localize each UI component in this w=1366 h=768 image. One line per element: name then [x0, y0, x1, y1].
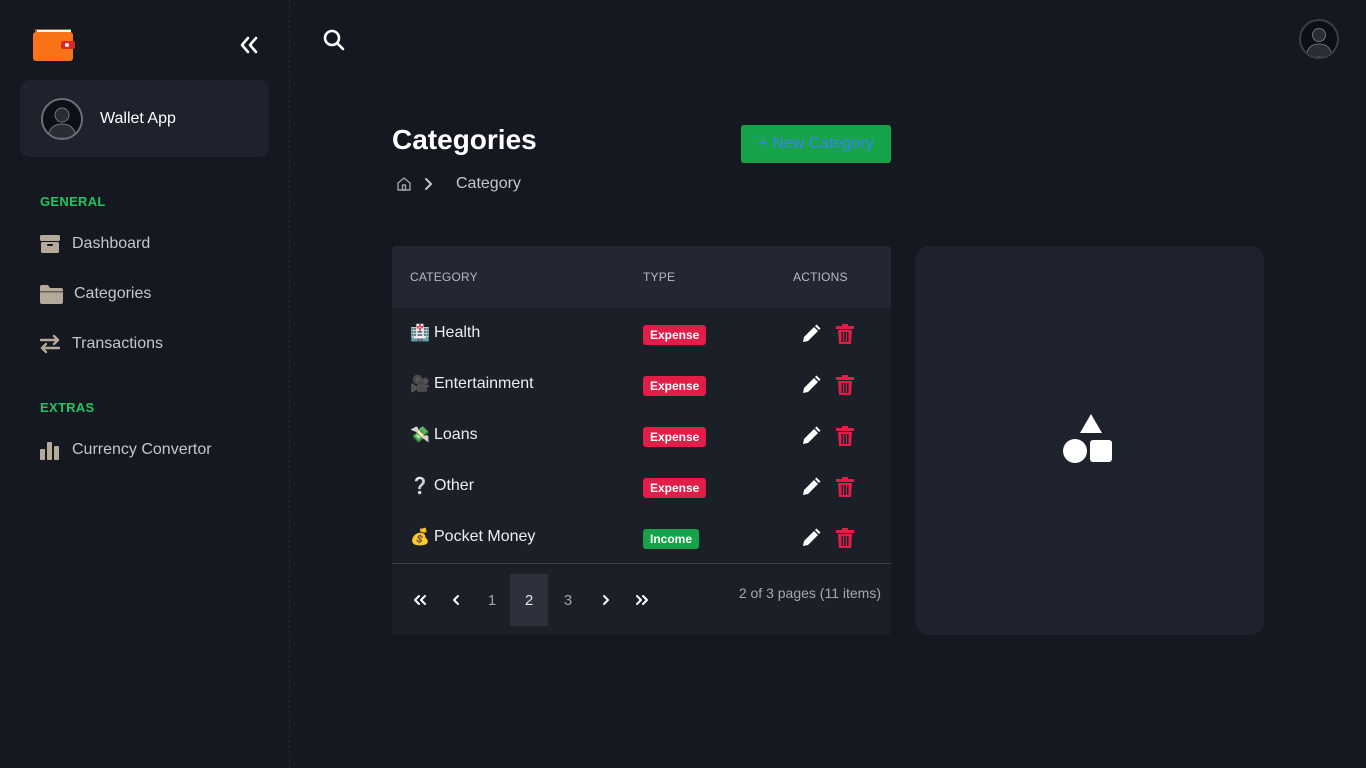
category-emoji: 💰 — [410, 529, 430, 546]
edit-icon[interactable] — [801, 324, 821, 344]
sidebar-item-label: Transactions — [72, 335, 163, 352]
first-page-button[interactable] — [401, 574, 439, 626]
trash-icon[interactable] — [836, 528, 854, 548]
column-header-type[interactable]: TYPE — [643, 270, 675, 284]
type-badge: Income — [643, 529, 700, 549]
arrows-exchange-icon — [40, 334, 60, 354]
table-header: CATEGORY TYPE ACTIONS — [392, 246, 891, 308]
double-chevron-left-icon[interactable] — [236, 32, 262, 58]
trash-icon[interactable] — [836, 426, 854, 446]
page-info: 2 of 3 pages (11 items) — [738, 585, 881, 601]
search-icon[interactable] — [322, 28, 346, 52]
type-badge: Expense — [643, 478, 707, 498]
category-cell: ❔ Other — [410, 476, 474, 496]
edit-icon[interactable] — [801, 477, 821, 497]
category-name: Loans — [434, 426, 478, 443]
category-cell: 🎥 Entertainment — [410, 374, 534, 394]
trash-icon[interactable] — [836, 375, 854, 395]
page-button-3[interactable]: 3 — [549, 574, 587, 626]
shapes-icon — [1063, 414, 1115, 464]
category-cell: 💸 Loans — [410, 425, 478, 445]
new-category-button[interactable]: + New Category — [741, 125, 891, 163]
prev-page-button[interactable] — [437, 574, 475, 626]
section-label-extras: EXTRAS — [40, 400, 95, 415]
table-row: 🏥 Health Expense — [392, 308, 891, 359]
section-label-general: GENERAL — [40, 194, 106, 209]
type-badge: Expense — [643, 376, 707, 396]
table-row: ❔ Other Expense — [392, 461, 891, 512]
sidebar-item-label: Dashboard — [72, 235, 151, 252]
sidebar-item-dashboard[interactable]: Dashboard — [40, 231, 150, 257]
page-title: Categories — [392, 124, 537, 155]
category-name: Pocket Money — [434, 528, 536, 545]
breadcrumb-current: Category — [456, 175, 521, 192]
type-badge: Expense — [643, 325, 707, 345]
user-avatar-icon — [41, 97, 83, 140]
last-page-button[interactable] — [623, 574, 661, 626]
home-icon[interactable] — [396, 175, 414, 193]
sidebar-item-transactions[interactable]: Transactions — [40, 331, 163, 357]
trash-icon[interactable] — [836, 477, 854, 497]
chevron-right-icon — [422, 177, 436, 191]
page-button-2[interactable]: 2 — [510, 574, 548, 626]
side-card — [915, 246, 1264, 635]
trash-icon[interactable] — [836, 324, 854, 344]
folder-icon — [40, 284, 63, 304]
edit-icon[interactable] — [801, 375, 821, 395]
box-icon — [40, 234, 60, 254]
wallet-icon[interactable] — [33, 28, 75, 62]
category-name: Other — [434, 477, 475, 494]
category-name: Health — [434, 324, 481, 341]
category-emoji: 🏥 — [410, 325, 430, 342]
categories-table: CATEGORY TYPE ACTIONS 🏥 Health Expense 🎥 E… — [392, 246, 891, 635]
category-name: Entertainment — [434, 375, 534, 392]
table-row: 🎥 Entertainment Expense — [392, 359, 891, 410]
next-page-button[interactable] — [587, 574, 625, 626]
sidebar-item-label: Categories — [74, 285, 152, 302]
category-cell: 🏥 Health — [410, 323, 480, 343]
edit-icon[interactable] — [801, 528, 821, 548]
sidebar: Wallet App GENERAL Dashboard Categories — [0, 0, 290, 768]
column-header-actions: ACTIONS — [793, 270, 848, 284]
category-emoji: ❔ — [410, 478, 430, 495]
sidebar-item-label: Currency Convertor — [72, 441, 212, 458]
double-chevron-right-icon — [636, 595, 648, 605]
chevron-right-icon — [603, 595, 609, 605]
sidebar-item-currency-convertor[interactable]: Currency Convertor — [40, 437, 212, 463]
edit-icon[interactable] — [801, 426, 821, 446]
table-row: 💰 Pocket Money Income — [392, 512, 891, 563]
breadcrumb: Category — [396, 174, 521, 194]
double-chevron-left-icon — [414, 595, 426, 605]
column-header-category[interactable]: CATEGORY — [410, 270, 478, 284]
divider — [392, 563, 891, 564]
profile-card[interactable]: Wallet App — [20, 80, 269, 157]
profile-name: Wallet App — [100, 109, 176, 127]
category-cell: 💰 Pocket Money — [410, 527, 535, 547]
category-emoji: 💸 — [410, 427, 430, 444]
category-emoji: 🎥 — [410, 376, 430, 393]
user-avatar-icon[interactable] — [1299, 19, 1339, 59]
page-button-1[interactable]: 1 — [473, 574, 511, 626]
type-badge: Expense — [643, 427, 707, 447]
pagination: 1 2 3 2 of 3 pages (11 items) — [392, 574, 891, 626]
bar-chart-icon — [40, 440, 60, 460]
sidebar-item-categories[interactable]: Categories — [40, 281, 151, 307]
table-row: 💸 Loans Expense — [392, 410, 891, 461]
chevron-left-icon — [453, 595, 459, 605]
